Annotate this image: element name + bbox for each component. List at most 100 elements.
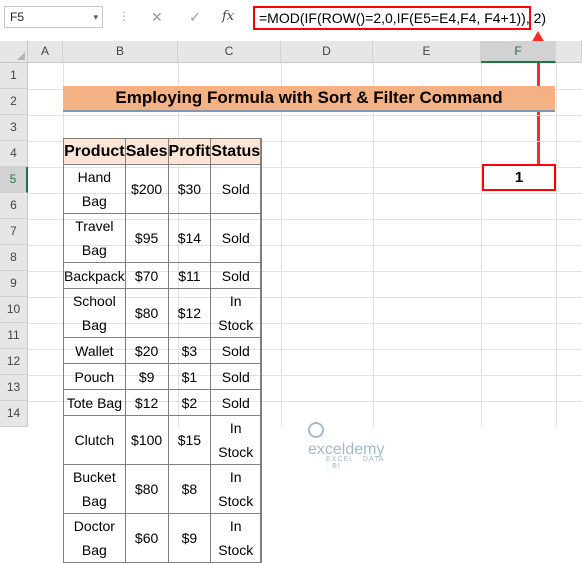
cell-status[interactable]: In Stock [210,415,262,465]
sheet-title[interactable]: Employing Formula with Sort & Filter Com… [63,86,555,112]
row-header-6[interactable]: 6 [0,193,28,219]
row-header-4[interactable]: 4 [0,141,28,167]
exceldemy-logo-icon [308,422,324,438]
column-header-e[interactable]: E [373,41,481,63]
cell-sales[interactable]: $12 [124,389,169,416]
column-header-f[interactable]: F [481,41,556,63]
cell-status[interactable]: Sold [210,389,262,416]
column-header-d[interactable]: D [281,41,373,63]
cell-profit[interactable]: $11 [167,262,212,289]
table-row: Wallet $20 $3 Sold [63,337,263,364]
cell-helper[interactable] [260,337,263,364]
header-sales[interactable]: Sales [124,138,169,165]
cell-helper[interactable] [260,389,263,416]
cell-sales[interactable]: $60 [124,513,169,563]
cell-sales[interactable]: $80 [124,464,169,514]
table-row: School Bag $80 $12 In Stock [63,288,263,338]
row-header-3[interactable]: 3 [0,115,28,141]
cell-helper[interactable] [260,288,263,338]
cell-sales[interactable]: $100 [124,415,169,465]
table-header-row: Product Sales Profit Status [63,138,263,165]
row-header-8[interactable]: 8 [0,245,28,271]
cell-profit[interactable]: $2 [167,389,212,416]
cell-sales[interactable]: $70 [124,262,169,289]
row-header-12[interactable]: 12 [0,349,28,375]
row-header-1[interactable]: 1 [0,63,28,89]
table-row: Hand Bag $200 $30 Sold [63,164,263,214]
cell-profit[interactable]: $14 [167,213,212,263]
header-product[interactable]: Product [63,138,126,165]
watermark: exceldemy EXCEL · DATA · BI [308,422,384,470]
cell-product[interactable]: Tote Bag [63,389,126,416]
column-header-b[interactable]: B [63,41,178,63]
table-row: Doctor Bag $60 $9 In Stock [63,513,263,563]
selected-cell-f5[interactable]: 1 [482,164,556,191]
row-header-2[interactable]: 2 [0,89,28,115]
enter-icon[interactable]: ✓ [189,6,201,28]
cell-profit[interactable]: $12 [167,288,212,338]
cancel-icon[interactable]: ✕ [151,6,163,28]
row-header-5[interactable]: 5 [0,167,28,193]
cell-product[interactable]: Pouch [63,363,126,390]
cell-sales[interactable]: $95 [124,213,169,263]
row-header-11[interactable]: 11 [0,323,28,349]
cell-profit[interactable]: $1 [167,363,212,390]
cell-profit[interactable]: $8 [167,464,212,514]
cell-helper[interactable] [260,513,263,563]
cell-sales[interactable]: $80 [124,288,169,338]
cell-product[interactable]: Backpack [63,262,126,289]
row-header-9[interactable]: 9 [0,271,28,297]
cell-helper[interactable] [260,213,263,263]
cell-product[interactable]: Travel Bag [63,213,126,263]
cell-status[interactable]: In Stock [210,288,262,338]
cell-sales[interactable]: $9 [124,363,169,390]
header-status[interactable]: Status [210,138,262,165]
name-box[interactable]: F5 ▾ [4,6,103,28]
cell-helper[interactable] [260,415,263,465]
column-header-c[interactable]: C [178,41,281,63]
column-header-a[interactable]: A [28,41,63,63]
row-header-7[interactable]: 7 [0,219,28,245]
row-header-14[interactable]: 14 [0,401,28,427]
table-row: Travel Bag $95 $14 Sold [63,213,263,263]
more-options-icon[interactable]: ⋮ [118,6,131,26]
cell-product[interactable]: Doctor Bag [63,513,126,563]
cell-helper[interactable] [260,164,263,214]
cell-helper[interactable] [260,262,263,289]
table-row: Clutch $100 $15 In Stock [63,415,263,465]
cell-profit[interactable]: $3 [167,337,212,364]
cell-product[interactable]: School Bag [63,288,126,338]
row-header-10[interactable]: 10 [0,297,28,323]
insert-function-icon[interactable]: fx [222,6,234,28]
header-profit[interactable]: Profit [167,138,212,165]
cell-profit[interactable]: $9 [167,513,212,563]
cell-product[interactable]: Clutch [63,415,126,465]
chevron-down-icon[interactable]: ▾ [93,7,98,27]
cell-status[interactable]: In Stock [210,464,262,514]
cell-profit[interactable]: $15 [167,415,212,465]
cell-helper[interactable] [260,464,263,514]
select-all-corner[interactable] [0,41,28,63]
formula-bar: F5 ▾ ⋮ ✕ ✓ fx =MOD(IF(ROW()=2,0,IF(E5=E4… [0,0,582,37]
cell-status[interactable]: Sold [210,262,262,289]
cell-product[interactable]: Bucket Bag [63,464,126,514]
column-header-g[interactable] [556,41,582,63]
cell-product[interactable]: Wallet [63,337,126,364]
cell-helper[interactable] [260,363,263,390]
gridline [28,115,582,116]
cell-status[interactable]: In Stock [210,513,262,563]
header-helper[interactable] [260,138,263,165]
cell-profit[interactable]: $30 [167,164,212,214]
cell-status[interactable]: Sold [210,164,262,214]
name-box-value: F5 [10,10,25,24]
cell-status[interactable]: Sold [210,213,262,263]
cell-status[interactable]: Sold [210,337,262,364]
cell-sales[interactable]: $200 [124,164,169,214]
row-header-13[interactable]: 13 [0,375,28,401]
formula-input[interactable]: =MOD(IF(ROW()=2,0,IF(E5=E4,F4, F4+1)), 2… [253,6,546,30]
cell-status[interactable]: Sold [210,363,262,390]
cell-sales[interactable]: $20 [124,337,169,364]
table-row: Bucket Bag $80 $8 In Stock [63,464,263,514]
table-row: Tote Bag $12 $2 Sold [63,389,263,416]
cell-product[interactable]: Hand Bag [63,164,126,214]
